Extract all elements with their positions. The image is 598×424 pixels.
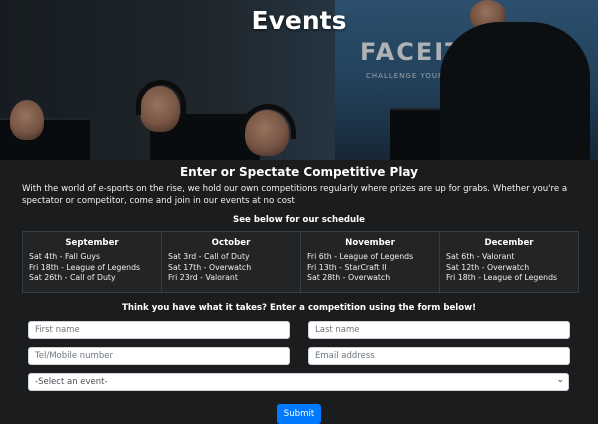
month-column-december: December Sat 6th - Valorant Sat 12th - O… (440, 232, 578, 292)
event-select[interactable]: -Select an event- (28, 373, 569, 391)
month-column-september: September Sat 4th - Fall Guys Fri 18th -… (23, 232, 162, 292)
hero-banner: FACEIT CHALLENGE YOUR GAME Events (0, 0, 598, 160)
phone-input[interactable] (28, 347, 290, 365)
month-name: September (65, 238, 119, 248)
month-name: October (211, 238, 251, 248)
event-select-wrapper: -Select an event- ⌄ (28, 373, 570, 391)
email-input[interactable] (308, 347, 570, 365)
event-item: Sat 12th - Overwatch (446, 262, 530, 272)
main-content: Enter or Spectate Competitive Play With … (0, 165, 598, 424)
intro-heading: Enter or Spectate Competitive Play (179, 165, 418, 179)
event-item: Fri 18th - League of Legends (29, 262, 141, 272)
intro-text: With the world of e-sports on the rise, … (22, 184, 568, 206)
name-row (22, 321, 576, 339)
schedule-heading: See below for our schedule (233, 215, 365, 225)
first-name-input[interactable] (28, 321, 290, 339)
submit-button[interactable]: Submit (276, 404, 322, 424)
event-item: Fri 18th - League of Legends (446, 273, 558, 282)
event-item: Fri 6th - League of Legends (307, 252, 414, 261)
month-name: December (484, 238, 534, 248)
month-name: November (345, 238, 395, 248)
page-title: Events (251, 6, 347, 35)
event-item: Sat 26th - Call of Duty (29, 273, 116, 282)
contact-row (22, 347, 576, 365)
form-heading: Think you have what it takes? Enter a co… (121, 303, 477, 313)
month-column-october: October Sat 3rd - Call of Duty Sat 17th … (162, 232, 301, 292)
event-item: Sat 28th - Overwatch (307, 273, 391, 282)
last-name-input[interactable] (308, 321, 570, 339)
event-item: Sat 4th - Fall Guys (29, 252, 101, 261)
chevron-down-icon: ⌄ (556, 375, 564, 385)
schedule-table: September Sat 4th - Fall Guys Fri 18th -… (22, 231, 579, 293)
event-item: Sat 6th - Valorant (446, 252, 515, 261)
event-item: Sat 17th - Overwatch (168, 262, 252, 272)
event-item: Sat 3rd - Call of Duty (168, 252, 250, 261)
event-item: Fri 13th - StarCraft II (307, 262, 387, 272)
month-column-november: November Fri 6th - League of Legends Fri… (301, 232, 440, 292)
event-item: Fri 23rd - Valorant (168, 273, 238, 282)
submit-wrapper: Submit (22, 401, 576, 424)
